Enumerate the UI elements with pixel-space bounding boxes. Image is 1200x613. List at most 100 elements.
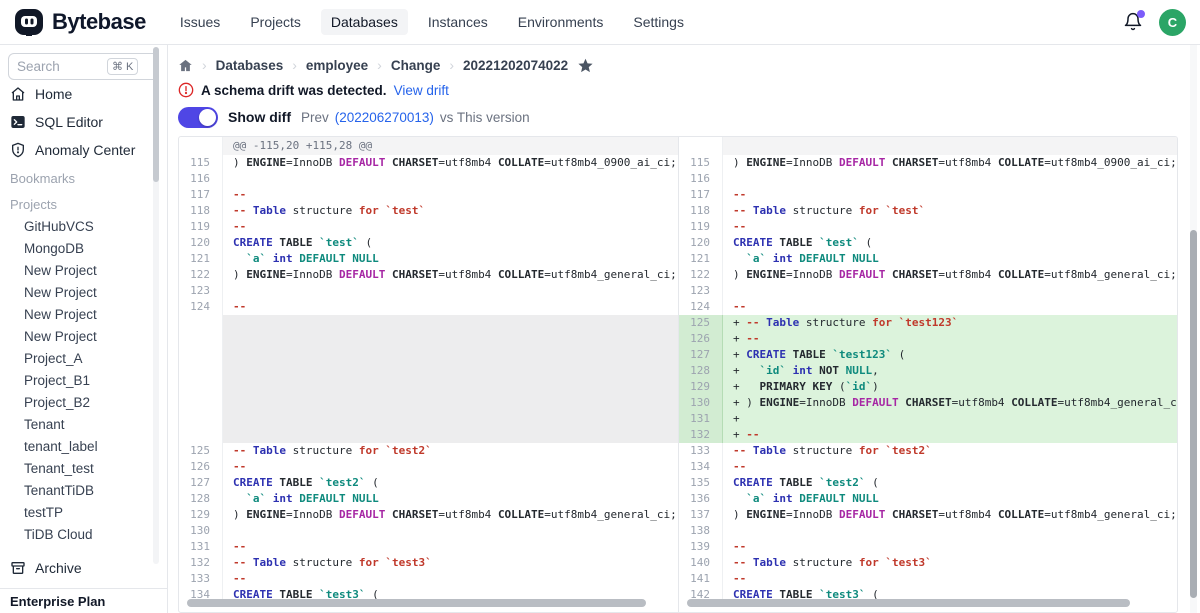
vs-label: vs This version <box>440 110 530 125</box>
nav-link-environments[interactable]: Environments <box>508 9 614 35</box>
code-line <box>223 283 678 299</box>
project-item[interactable]: GitHubVCS <box>0 216 167 238</box>
line-number: 123 <box>679 283 723 299</box>
breadcrumb-item[interactable]: Change <box>391 58 441 73</box>
search-input[interactable] <box>17 59 103 74</box>
code-line: -- <box>723 299 1177 315</box>
diff-row: 122) ENGINE=InnoDB DEFAULT CHARSET=utf8m… <box>179 267 678 283</box>
sidebar: ⌘ K Home SQL Editor <box>0 45 168 613</box>
line-number: 122 <box>679 267 723 283</box>
project-item[interactable]: Project_A <box>0 348 167 370</box>
nav-link-settings[interactable]: Settings <box>623 9 694 35</box>
project-item[interactable]: tenant_label <box>0 436 167 458</box>
code-line: CREATE TABLE `test2` ( <box>723 475 1177 491</box>
main-scrollbar-thumb[interactable] <box>1190 230 1197 598</box>
code-line: -- <box>723 539 1177 555</box>
diff-rows-right: 115) ENGINE=InnoDB DEFAULT CHARSET=utf8m… <box>679 137 1177 603</box>
bytebase-logo[interactable]: Bytebase <box>14 7 146 37</box>
show-diff-toggle[interactable] <box>178 107 218 128</box>
code-line: ) ENGINE=InnoDB DEFAULT CHARSET=utf8mb4 … <box>223 155 678 171</box>
project-item[interactable]: Project_B2 <box>0 392 167 414</box>
breadcrumb-item[interactable]: 20221202074022 <box>463 58 568 73</box>
horizontal-scrollbar-right[interactable] <box>687 599 1130 607</box>
project-item[interactable]: TenantTiDB <box>0 480 167 502</box>
code-line: ) ENGINE=InnoDB DEFAULT CHARSET=utf8mb4 … <box>723 267 1177 283</box>
notification-bell-icon[interactable] <box>1123 12 1143 32</box>
line-number: 129 <box>679 379 723 395</box>
project-item[interactable]: New Project <box>0 304 167 326</box>
line-number: 125 <box>179 443 223 459</box>
breadcrumb-home-icon[interactable] <box>178 58 193 73</box>
project-item[interactable]: New Project <box>0 260 167 282</box>
user-avatar[interactable]: C <box>1159 9 1186 36</box>
code-line: `a` int DEFAULT NULL <box>723 251 1177 267</box>
diff-row: 115) ENGINE=InnoDB DEFAULT CHARSET=utf8m… <box>679 155 1177 171</box>
sidebar-item-sql-editor[interactable]: SQL Editor <box>0 108 167 136</box>
nav-link-projects[interactable]: Projects <box>240 9 311 35</box>
code-line: -- Table structure for `test` <box>723 203 1177 219</box>
sidebar-item-archive[interactable]: Archive <box>0 554 167 582</box>
code-line: ) ENGINE=InnoDB DEFAULT CHARSET=utf8mb4 … <box>723 507 1177 523</box>
line-number: 126 <box>179 459 223 475</box>
nav-link-issues[interactable]: Issues <box>170 9 230 35</box>
sidebar-item-anomaly-center[interactable]: Anomaly Center <box>0 136 167 164</box>
terminal-icon <box>10 114 26 130</box>
line-number: 139 <box>679 539 723 555</box>
line-number: 138 <box>679 523 723 539</box>
code-line: + ) ENGINE=InnoDB DEFAULT CHARSET=utf8mb… <box>723 395 1177 411</box>
alert-circle-icon <box>178 82 194 98</box>
sidebar-scrollbar-thumb[interactable] <box>153 47 159 182</box>
project-item[interactable]: MongoDB <box>0 238 167 260</box>
line-number: 132 <box>179 555 223 571</box>
prev-version-link[interactable]: (202206270013) <box>335 110 434 125</box>
line-number: 133 <box>179 571 223 587</box>
line-number: 120 <box>679 235 723 251</box>
project-item[interactable]: TiDB Cloud <box>0 524 167 546</box>
archive-icon <box>10 560 26 576</box>
code-line: -- Table structure for `test` <box>223 203 678 219</box>
breadcrumb-item[interactable]: Databases <box>216 58 284 73</box>
code-line: -- <box>723 219 1177 235</box>
diff-row-added: 131+ <box>679 411 1177 427</box>
line-number: 122 <box>179 267 223 283</box>
shield-icon <box>10 142 26 158</box>
diff-row: 124-- <box>179 299 678 315</box>
project-item[interactable]: Tenant_test <box>0 458 167 480</box>
project-item[interactable]: New Project <box>0 326 167 348</box>
code-line: + CREATE TABLE `test123` ( <box>723 347 1177 363</box>
project-item[interactable]: New Project <box>0 282 167 304</box>
code-line: + <box>723 411 1177 427</box>
line-number: 140 <box>679 555 723 571</box>
code-line <box>223 171 678 187</box>
view-drift-link[interactable]: View drift <box>394 83 449 98</box>
breadcrumb-item[interactable]: employee <box>306 58 368 73</box>
diff-row: 125-- Table structure for `test2` <box>179 443 678 459</box>
code-line: -- Table structure for `test3` <box>223 555 678 571</box>
search-box[interactable]: ⌘ K <box>8 53 159 80</box>
sidebar-item-label: SQL Editor <box>35 114 103 130</box>
code-line: -- <box>223 539 678 555</box>
project-item[interactable]: Project_B1 <box>0 370 167 392</box>
line-number: 141 <box>679 571 723 587</box>
brand-text: Bytebase <box>52 9 146 35</box>
breadcrumb-separator: › <box>449 57 454 73</box>
diff-row: 123 <box>179 283 678 299</box>
code-line: -- <box>723 459 1177 475</box>
nav-link-instances[interactable]: Instances <box>418 9 498 35</box>
sidebar-item-home[interactable]: Home <box>0 80 167 108</box>
diff-pane-current: 115) ENGINE=InnoDB DEFAULT CHARSET=utf8m… <box>678 137 1177 612</box>
line-number: 120 <box>179 235 223 251</box>
diff-row: 139-- <box>679 539 1177 555</box>
code-line: CREATE TABLE `test` ( <box>723 235 1177 251</box>
diff-toggle-row: Show diff Prev (202206270013) vs This ve… <box>178 106 1178 128</box>
diff-row: 119-- <box>679 219 1177 235</box>
code-line: -- Table structure for `test3` <box>723 555 1177 571</box>
project-item[interactable]: testTP <box>0 502 167 524</box>
project-item[interactable]: Tenant <box>0 414 167 436</box>
nav-link-databases[interactable]: Databases <box>321 9 408 35</box>
horizontal-scrollbar-left[interactable] <box>187 599 646 607</box>
home-icon <box>10 86 26 102</box>
bookmark-star-icon[interactable] <box>577 57 594 74</box>
line-number: 130 <box>179 523 223 539</box>
diff-pane-previous: @@ -115,20 +115,28 @@115) ENGINE=InnoDB … <box>179 137 678 612</box>
